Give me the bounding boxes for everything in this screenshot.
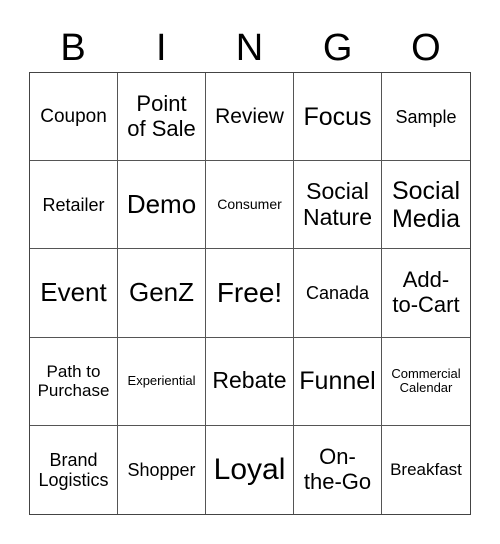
bingo-cell[interactable]: Social Media xyxy=(382,161,470,250)
bingo-cell[interactable]: Shopper xyxy=(118,425,206,514)
bingo-cell[interactable]: Social Nature xyxy=(294,161,382,250)
header-letter-b: B xyxy=(60,27,86,69)
bingo-cell[interactable]: Point of Sale xyxy=(118,73,206,162)
bingo-cell[interactable]: Event xyxy=(30,249,118,338)
bingo-cell[interactable]: Canada xyxy=(294,249,382,338)
bingo-cell[interactable]: Commercial Calendar xyxy=(382,338,470,426)
bingo-cell[interactable]: Path to Purchase xyxy=(30,337,118,426)
bingo-cell[interactable]: Add- to-Cart xyxy=(382,249,470,338)
bingo-cell free-space[interactable]: Free! xyxy=(206,249,294,338)
header-letter-n: N xyxy=(235,27,264,69)
bingo-cell[interactable]: Rebate xyxy=(206,337,294,426)
header-letter-i: I xyxy=(156,27,167,69)
bingo-cell[interactable]: Focus xyxy=(294,73,382,162)
bingo-cell[interactable]: Loyal xyxy=(206,425,294,514)
bingo-cell[interactable]: Funnel xyxy=(294,337,382,426)
header-letter-o: O xyxy=(411,27,441,69)
bingo-cell[interactable]: Brand Logistics xyxy=(30,425,118,514)
bingo-header: B I N G O xyxy=(29,24,470,72)
bingo-cell[interactable]: Experiential xyxy=(118,337,206,426)
bingo-cell[interactable]: On- the-Go xyxy=(294,425,382,514)
bingo-cell[interactable]: Breakfast xyxy=(382,426,470,514)
bingo-cell[interactable]: GenZ xyxy=(118,249,206,338)
bingo-cell[interactable]: Sample xyxy=(382,73,470,162)
bingo-cell[interactable]: Consumer xyxy=(206,161,294,250)
bingo-cell[interactable]: Retailer xyxy=(30,161,118,250)
bingo-cell[interactable]: Coupon xyxy=(30,73,118,162)
bingo-cell[interactable]: Demo xyxy=(118,161,206,250)
bingo-board: Coupon Point of Sale Review Focus Sample… xyxy=(29,72,471,515)
bingo-cell[interactable]: Review xyxy=(206,73,294,162)
header-letter-g: G xyxy=(322,27,353,69)
